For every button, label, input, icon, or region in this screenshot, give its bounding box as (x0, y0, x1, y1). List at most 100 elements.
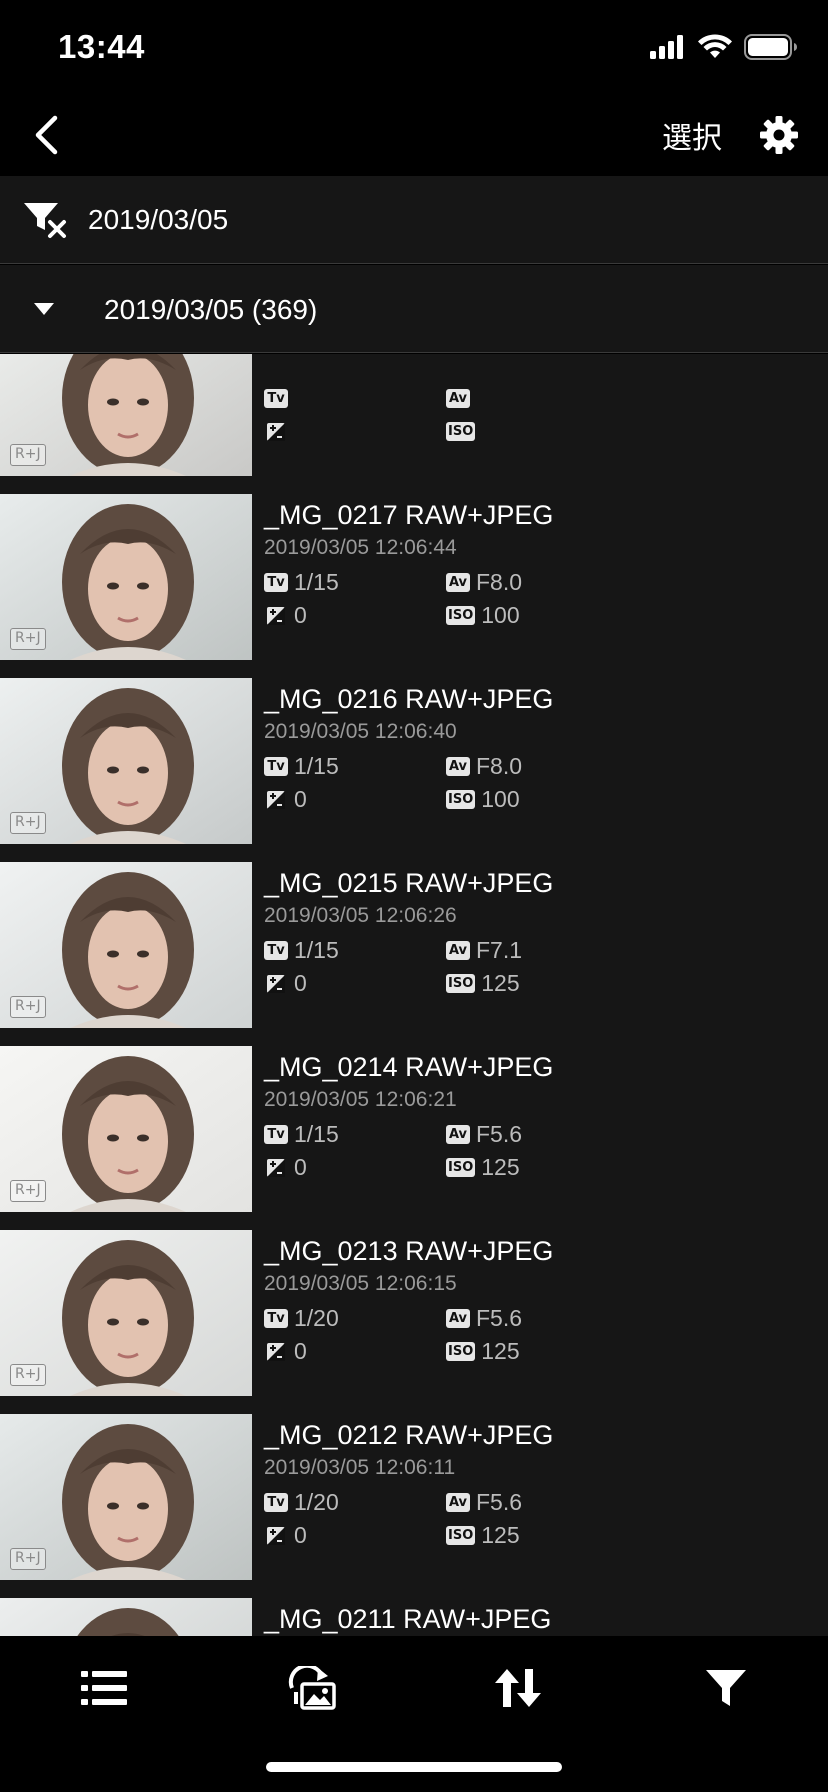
filter-button[interactable] (696, 1658, 756, 1718)
photo-thumbnail: R+J (0, 1414, 252, 1580)
exposure-compensation: 0 (264, 1522, 446, 1549)
transfer-images-button[interactable] (282, 1658, 342, 1718)
iso-value: 125 (481, 1154, 520, 1180)
exposure-compensation-value: 0 (294, 602, 307, 628)
iso-icon: ISO (446, 422, 476, 441)
caret-down-icon (34, 303, 54, 315)
shutter-speed-value: 1/20 (294, 1489, 339, 1515)
exposure-row-2: 0 ISO 100 (264, 783, 824, 816)
iso: ISO 125 (446, 970, 628, 997)
exposure-compensation: 0 (264, 786, 446, 813)
exposure-row: Tv 1/15 Av F8.0 (264, 566, 824, 599)
aperture-value: F5.6 (476, 1121, 523, 1147)
date-group-label: 2019/03/05 (369) (104, 294, 318, 325)
shutter-speed: Tv 1/15 (264, 937, 446, 964)
photo-info: Tv Av ISO (264, 354, 824, 448)
photo-thumbnail: R+J (0, 862, 252, 1028)
photo-list-item[interactable]: R+J _MG_0212 RAW+JPEG 2019/03/05 12:06:1… (0, 1414, 828, 1598)
exposure-compensation (264, 422, 446, 442)
exposure-compensation-icon (267, 422, 285, 441)
settings-button[interactable] (754, 110, 804, 160)
capture-date (264, 354, 824, 382)
bottom-toolbar (0, 1636, 828, 1792)
iso: ISO 100 (446, 602, 628, 629)
file-name: _MG_0215 RAW+JPEG (264, 868, 554, 898)
shutter-speed: Tv 1/15 (264, 569, 446, 596)
home-indicator (266, 1762, 562, 1772)
exposure-compensation-icon (267, 606, 285, 625)
av-icon: Av (446, 941, 470, 960)
iso: ISO 100 (446, 786, 628, 813)
photo-list-item[interactable]: R+J _MG_0214 RAW+JPEG 2019/03/05 12:06:2… (0, 1046, 828, 1230)
photo-thumbnail: R+J (0, 494, 252, 660)
exposure-row: Tv 1/15 Av F5.6 (264, 1118, 824, 1151)
photo-thumbnail: R+J (0, 1046, 252, 1212)
file-name: _MG_0214 RAW+JPEG (264, 1052, 554, 1082)
exposure-compensation-icon (267, 790, 285, 809)
aperture: Av (446, 389, 628, 408)
capture-date: 2019/03/05 12:06:21 (264, 1088, 457, 1111)
back-button[interactable] (26, 110, 66, 160)
photo-info: _MG_0213 RAW+JPEG 2019/03/05 12:06:15 Tv… (264, 1230, 824, 1368)
shutter-speed: Tv 1/15 (264, 1121, 446, 1148)
aperture: Av F7.1 (446, 937, 628, 964)
sort-button[interactable] (488, 1658, 548, 1718)
transfer-images-icon (288, 1666, 336, 1710)
iso-icon: ISO (446, 1342, 476, 1361)
filter-icon (706, 1670, 746, 1706)
battery-icon (744, 34, 797, 60)
photo-info: _MG_0217 RAW+JPEG 2019/03/05 12:06:44 Tv… (264, 494, 824, 632)
shutter-speed-value: 1/20 (294, 1305, 339, 1331)
capture-date: 2019/03/05 12:06:40 (264, 720, 457, 743)
clear-filter-button[interactable] (22, 200, 70, 240)
date-group-header[interactable]: 2019/03/05 (369) (0, 265, 828, 353)
exposure-compensation: 0 (264, 970, 446, 997)
wifi-icon (698, 34, 732, 58)
raw-jpeg-badge: R+J (10, 444, 46, 466)
exposure-compensation: 0 (264, 602, 446, 629)
photo-list[interactable]: R+J Tv Av ISO R+J _MG_0217 RAW+JPEG 2019… (0, 354, 828, 1636)
aperture: Av F5.6 (446, 1305, 628, 1332)
status-bar: 13:44 (0, 0, 828, 96)
photo-info: _MG_0214 RAW+JPEG 2019/03/05 12:06:21 Tv… (264, 1046, 824, 1184)
iso-icon: ISO (446, 790, 476, 809)
photo-list-item[interactable]: R+J _MG_0217 RAW+JPEG 2019/03/05 12:06:4… (0, 494, 828, 678)
photo-thumbnail: R+J (0, 354, 252, 476)
photo-list-item[interactable]: R+J _MG_0216 RAW+JPEG 2019/03/05 12:06:4… (0, 678, 828, 862)
exposure-compensation-icon (267, 1342, 285, 1361)
av-icon: Av (446, 573, 470, 592)
aperture: Av F8.0 (446, 753, 628, 780)
shutter-speed: Tv 1/20 (264, 1489, 446, 1516)
aperture: Av F5.6 (446, 1489, 628, 1516)
av-icon: Av (446, 1125, 470, 1144)
shutter-speed-value: 1/15 (294, 1121, 339, 1147)
photo-info: _MG_0215 RAW+JPEG 2019/03/05 12:06:26 Tv… (264, 862, 824, 1000)
exposure-row: Tv 1/15 Av F8.0 (264, 750, 824, 783)
select-button[interactable]: 選択 (662, 113, 722, 157)
photo-list-item[interactable]: _MG_0211 RAW+JPEG 2019/03/05 12:05:47 Tv… (0, 1598, 828, 1636)
photo-list-item[interactable]: R+J _MG_0213 RAW+JPEG 2019/03/05 12:06:1… (0, 1230, 828, 1414)
iso-value: 100 (481, 602, 520, 628)
photo-thumbnail: R+J (0, 678, 252, 844)
exposure-compensation: 0 (264, 1338, 446, 1365)
exposure-row: Tv 1/20 Av F5.6 (264, 1302, 824, 1335)
photo-info: _MG_0216 RAW+JPEG 2019/03/05 12:06:40 Tv… (264, 678, 824, 816)
photo-list-item[interactable]: R+J Tv Av ISO (0, 354, 828, 494)
av-icon: Av (446, 757, 470, 776)
exposure-compensation-value: 0 (294, 1338, 307, 1364)
tv-icon: Tv (264, 941, 288, 960)
active-filter-bar: 2019/03/05 (0, 176, 828, 264)
file-name: _MG_0217 RAW+JPEG (264, 500, 554, 530)
exposure-compensation: 0 (264, 1154, 446, 1181)
iso: ISO 125 (446, 1154, 628, 1181)
photo-list-item[interactable]: R+J _MG_0215 RAW+JPEG 2019/03/05 12:06:2… (0, 862, 828, 1046)
iso: ISO (446, 422, 628, 441)
av-icon: Av (446, 1493, 470, 1512)
iso-icon: ISO (446, 606, 476, 625)
shutter-speed-value: 1/15 (294, 753, 339, 779)
raw-jpeg-badge: R+J (10, 996, 46, 1018)
capture-date: 2019/03/05 12:06:26 (264, 904, 457, 927)
cellular-signal-icon (650, 35, 683, 59)
list-view-button[interactable] (74, 1658, 134, 1718)
capture-date: 2019/03/05 12:06:44 (264, 536, 457, 559)
